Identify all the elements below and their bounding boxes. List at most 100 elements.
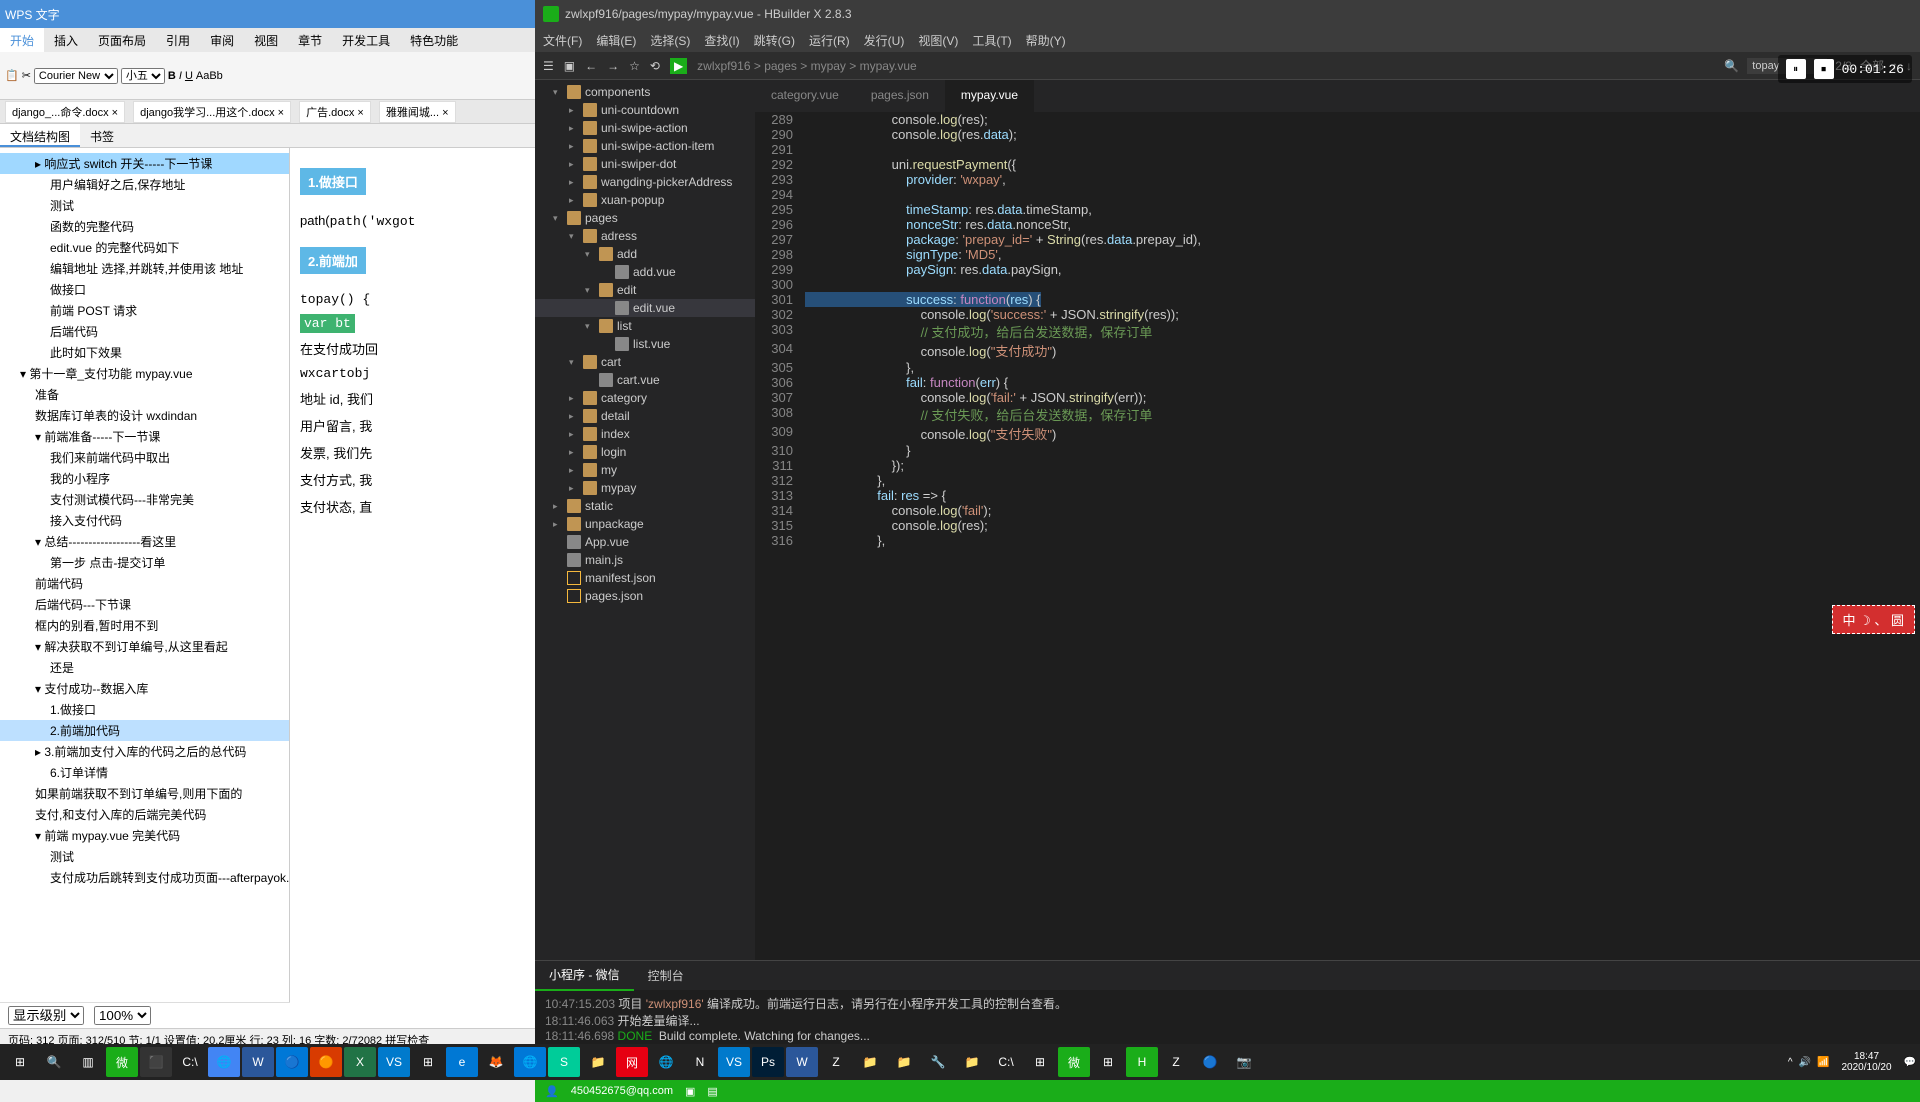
taskview-button[interactable]: ▥: [72, 1047, 104, 1077]
doc-tab[interactable]: 雅雅闻城... ×: [379, 101, 456, 123]
tree-adress[interactable]: ▾adress: [535, 227, 755, 245]
tree-pages[interactable]: ▾pages: [535, 209, 755, 227]
doc-tab[interactable]: 广告.docx ×: [299, 101, 371, 123]
menu-item[interactable]: 查找(I): [704, 32, 739, 49]
tree-detail[interactable]: ▸detail: [535, 407, 755, 425]
status-icon[interactable]: ▤: [707, 1085, 717, 1098]
outline-item[interactable]: 支付测试模代码---非常完美: [0, 489, 289, 510]
taskbar-app[interactable]: H: [1126, 1047, 1158, 1077]
menu-item[interactable]: 工具(T): [972, 32, 1011, 49]
outline-item[interactable]: ▾ 支付成功--数据入库: [0, 678, 289, 699]
menu-章节[interactable]: 章节: [288, 28, 332, 52]
search-button[interactable]: 🔍: [38, 1047, 70, 1077]
font-size-select[interactable]: 小五: [121, 68, 165, 84]
taskbar-app[interactable]: 📁: [854, 1047, 886, 1077]
outline-item[interactable]: 测试: [0, 195, 289, 216]
taskbar-app[interactable]: 📁: [956, 1047, 988, 1077]
tree-index[interactable]: ▸index: [535, 425, 755, 443]
outline-item[interactable]: ▾ 第十一章_支付功能 mypay.vue: [0, 363, 289, 384]
outline-item[interactable]: 框内的别看,暂时用不到: [0, 615, 289, 636]
doc-tab[interactable]: django_...命令.docx ×: [5, 101, 125, 123]
tree-edit.vue[interactable]: edit.vue: [535, 299, 755, 317]
system-tray[interactable]: ^ 🔊 📶 18:472020/10/20 💬: [1788, 1051, 1916, 1073]
outline-item[interactable]: 支付,和支付入库的后端完美代码: [0, 804, 289, 825]
sidebar-toggle-icon[interactable]: ☰: [543, 59, 554, 73]
underline-button[interactable]: U: [185, 70, 193, 82]
editor-tab[interactable]: category.vue: [755, 80, 855, 112]
zoom-percent-select[interactable]: 100%: [94, 1006, 151, 1025]
menu-开始[interactable]: 开始: [0, 28, 44, 52]
taskbar-app[interactable]: W: [242, 1047, 274, 1077]
menu-item[interactable]: 跳转(G): [754, 32, 795, 49]
outline-item[interactable]: 准备: [0, 384, 289, 405]
tree-edit[interactable]: ▾edit: [535, 281, 755, 299]
outline-item[interactable]: 数据库订单表的设计 wxdindan: [0, 405, 289, 426]
menu-item[interactable]: 视图(V): [918, 32, 958, 49]
outline-item[interactable]: ▾ 总结------------------看这里: [0, 531, 289, 552]
menu-item[interactable]: 编辑(E): [596, 32, 636, 49]
taskbar-app[interactable]: ⊞: [1092, 1047, 1124, 1077]
breadcrumb[interactable]: zwlxpf916 > pages > mypay > mypay.vue: [697, 59, 917, 73]
outline-item[interactable]: 函数的完整代码: [0, 216, 289, 237]
tree-cart.vue[interactable]: cart.vue: [535, 371, 755, 389]
outline-item[interactable]: 1.做接口: [0, 699, 289, 720]
tree-pages.json[interactable]: pages.json: [535, 587, 755, 605]
tree-login[interactable]: ▸login: [535, 443, 755, 461]
cut-icon[interactable]: ✂: [22, 69, 31, 82]
star-icon[interactable]: ☆: [629, 59, 640, 73]
taskbar-app[interactable]: Z: [820, 1047, 852, 1077]
outline-item[interactable]: 支付成功后跳转到支付成功页面---afterpayok.vue: [0, 867, 289, 888]
taskbar-app[interactable]: ⊞: [412, 1047, 444, 1077]
tree-uni-swipe-action-item[interactable]: ▸uni-swipe-action-item: [535, 137, 755, 155]
outline-item[interactable]: 第一步 点击-提交订单: [0, 552, 289, 573]
taskbar-app[interactable]: C:\: [174, 1047, 206, 1077]
tree-add[interactable]: ▾add: [535, 245, 755, 263]
tree-components[interactable]: ▾components: [535, 83, 755, 101]
tree-list.vue[interactable]: list.vue: [535, 335, 755, 353]
file-explorer[interactable]: ▾components▸uni-countdown▸uni-swipe-acti…: [535, 80, 755, 960]
outline-item[interactable]: edit.vue 的完整代码如下: [0, 237, 289, 258]
taskbar-app[interactable]: 🌐: [650, 1047, 682, 1077]
taskbar-app[interactable]: 📁: [582, 1047, 614, 1077]
code-editor[interactable]: 289 console.log(res);290 console.log(res…: [755, 112, 1920, 960]
menu-item[interactable]: 帮助(Y): [1026, 32, 1066, 49]
menu-开发工具[interactable]: 开发工具: [332, 28, 400, 52]
search-icon[interactable]: 🔍: [1724, 59, 1739, 73]
status-icon[interactable]: ▣: [685, 1085, 695, 1098]
taskbar-app[interactable]: 微: [106, 1047, 138, 1077]
document-area[interactable]: 1.做接口 path(path('wxgot 2.前端加 topay() { v…: [290, 148, 535, 1028]
menu-item[interactable]: 发行(U): [864, 32, 905, 49]
tree-list[interactable]: ▾list: [535, 317, 755, 335]
tree-main.js[interactable]: main.js: [535, 551, 755, 569]
outline-item[interactable]: 6.订单详情: [0, 762, 289, 783]
editor-tab[interactable]: mypay.vue: [945, 80, 1034, 112]
tree-wangding-pickerAddress[interactable]: ▸wangding-pickerAddress: [535, 173, 755, 191]
tab-miniprogram[interactable]: 小程序 - 微信: [535, 960, 634, 991]
taskbar-app[interactable]: X: [344, 1047, 376, 1077]
tab-console[interactable]: 控制台: [634, 961, 698, 990]
tree-xuan-popup[interactable]: ▸xuan-popup: [535, 191, 755, 209]
tree-mypay[interactable]: ▸mypay: [535, 479, 755, 497]
outline-item[interactable]: 编辑地址 选择,并跳转,并使用该 地址: [0, 258, 289, 279]
menu-item[interactable]: 选择(S): [650, 32, 690, 49]
taskbar-app[interactable]: ⊞: [1024, 1047, 1056, 1077]
taskbar-app[interactable]: S: [548, 1047, 580, 1077]
taskbar-app[interactable]: e: [446, 1047, 478, 1077]
taskbar-app[interactable]: 📷: [1228, 1047, 1260, 1077]
menu-页面布局[interactable]: 页面布局: [88, 28, 156, 52]
taskbar-app[interactable]: Ps: [752, 1047, 784, 1077]
menu-插入[interactable]: 插入: [44, 28, 88, 52]
tree-manifest.json[interactable]: manifest.json: [535, 569, 755, 587]
stop-button[interactable]: ⏹: [1814, 59, 1834, 79]
refresh-icon[interactable]: ⟲: [650, 59, 660, 73]
menu-引用[interactable]: 引用: [156, 28, 200, 52]
taskbar-app[interactable]: 网: [616, 1047, 648, 1077]
outline-item[interactable]: 后端代码---下节课: [0, 594, 289, 615]
taskbar-app[interactable]: W: [786, 1047, 818, 1077]
outline-item[interactable]: 前端 POST 请求: [0, 300, 289, 321]
run-icon[interactable]: ▶: [670, 58, 687, 74]
forward-icon[interactable]: →: [607, 59, 619, 73]
tab-outline[interactable]: 文档结构图: [0, 124, 80, 147]
outline-item[interactable]: 如果前端获取不到订单编号,则用下面的: [0, 783, 289, 804]
taskbar-app[interactable]: 🌐: [514, 1047, 546, 1077]
